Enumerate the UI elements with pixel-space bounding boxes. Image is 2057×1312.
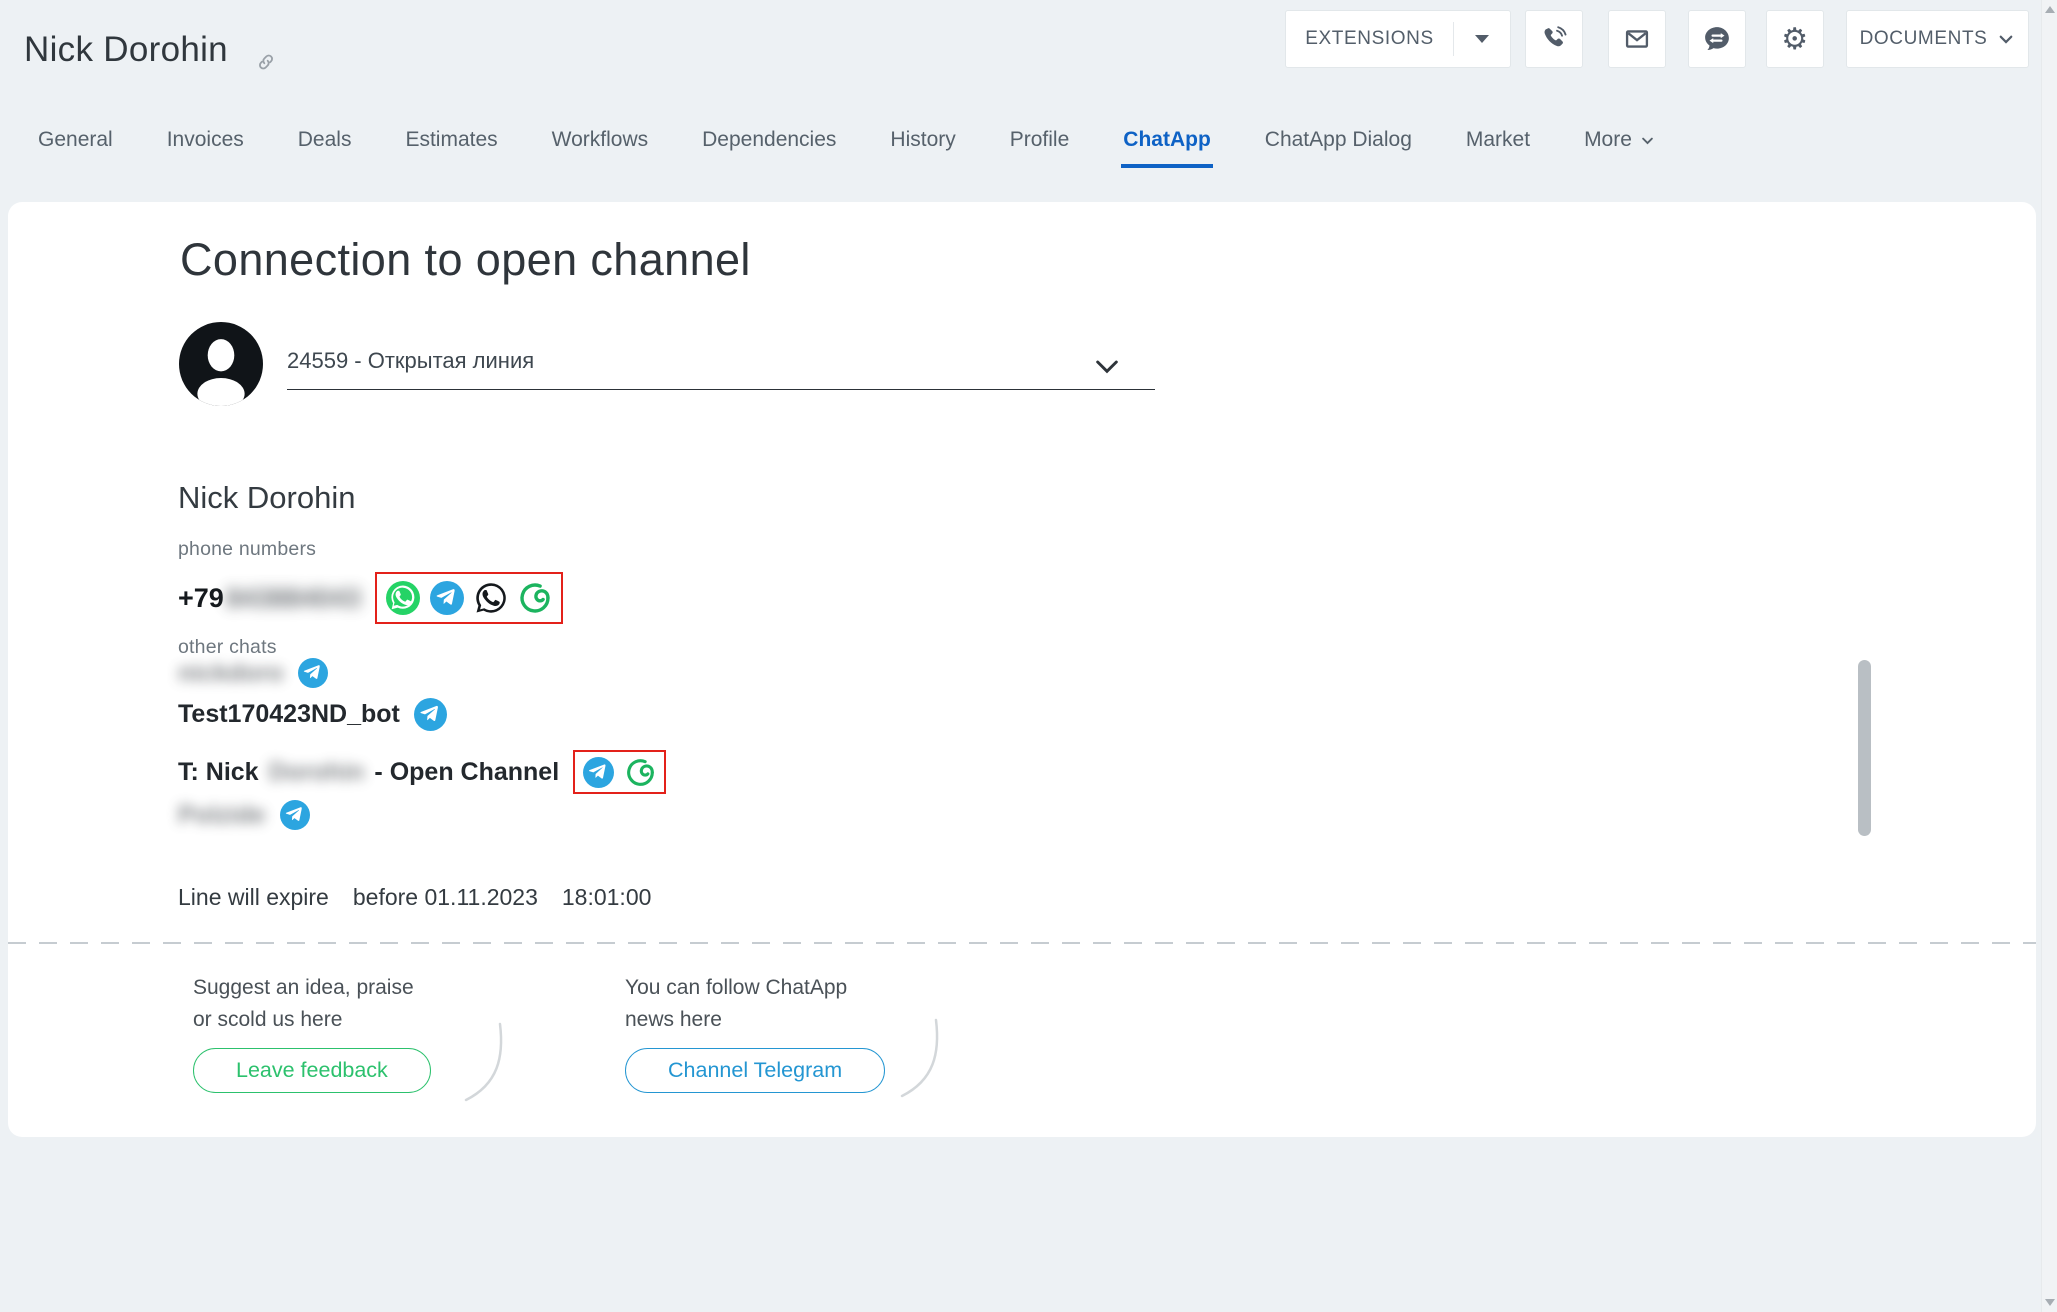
extensions-dropdown-arrow[interactable] bbox=[1454, 35, 1510, 43]
messenger-button[interactable] bbox=[1688, 10, 1746, 68]
expire-date: before 01.11.2023 bbox=[353, 884, 538, 911]
copy-link-icon[interactable] bbox=[256, 52, 276, 77]
inner-scrollbar-thumb[interactable] bbox=[1858, 660, 1871, 836]
tab-market[interactable]: Market bbox=[1466, 128, 1530, 168]
channel-telegram-button[interactable]: Channel Telegram bbox=[625, 1048, 885, 1093]
tab-more[interactable]: More bbox=[1584, 128, 1655, 168]
scroll-down-arrow[interactable] bbox=[2045, 1299, 2055, 1306]
tab-deals[interactable]: Deals bbox=[298, 128, 352, 168]
channel-telegram-label: Channel Telegram bbox=[668, 1058, 842, 1083]
page-scrollbar[interactable] bbox=[2041, 0, 2057, 1312]
phone-row: +79 843884043 bbox=[178, 570, 563, 626]
chat-name: Test170423ND_bot bbox=[178, 700, 400, 729]
whatsapp-outline-icon[interactable] bbox=[474, 581, 508, 615]
chat-name-masked: Polzide bbox=[178, 801, 266, 830]
tab-dependencies[interactable]: Dependencies bbox=[702, 128, 836, 168]
panel-heading: Connection to open channel bbox=[180, 234, 751, 286]
whatsapp-filled-icon[interactable] bbox=[386, 581, 420, 615]
contact-name: Nick Dorohin bbox=[178, 480, 355, 516]
call-button[interactable] bbox=[1525, 10, 1583, 68]
telegram-icon[interactable] bbox=[280, 800, 310, 830]
leave-feedback-label: Leave feedback bbox=[236, 1058, 388, 1083]
documents-button[interactable]: DOCUMENTS bbox=[1846, 10, 2029, 68]
tab-invoices[interactable]: Invoices bbox=[167, 128, 244, 168]
page-title: Nick Dorohin bbox=[24, 30, 228, 70]
tab-general[interactable]: General bbox=[38, 128, 113, 168]
mail-icon bbox=[1623, 25, 1651, 53]
line-expire-row: Line will expire before 01.11.2023 18:01… bbox=[178, 884, 651, 911]
open-line-selected-value: 24559 - Открытая линия bbox=[287, 342, 1155, 374]
open-line-select[interactable]: 24559 - Открытая линия bbox=[287, 342, 1155, 392]
tab-workflows[interactable]: Workflows bbox=[552, 128, 648, 168]
tab-bar: General Invoices Deals Estimates Workflo… bbox=[38, 128, 1655, 168]
chat-row-open-channel: T: Nick Dorohin - Open Channel bbox=[178, 750, 666, 794]
triangle-down-icon bbox=[1475, 35, 1489, 43]
telegram-icon[interactable] bbox=[430, 581, 464, 615]
email-button[interactable] bbox=[1608, 10, 1666, 68]
documents-label: DOCUMENTS bbox=[1860, 28, 1988, 50]
settings-button[interactable]: ⚙ bbox=[1766, 10, 1824, 68]
leave-feedback-button[interactable]: Leave feedback bbox=[193, 1048, 431, 1093]
expire-time: 18:01:00 bbox=[562, 884, 652, 911]
tab-profile[interactable]: Profile bbox=[1010, 128, 1070, 168]
phone-icon bbox=[1540, 25, 1568, 53]
phone-messengers-highlight-box bbox=[375, 572, 563, 624]
dashed-divider bbox=[8, 942, 2036, 944]
telegram-icon[interactable] bbox=[583, 757, 614, 788]
chevron-down-icon[interactable] bbox=[1091, 350, 1123, 387]
phones-label: phone numbers bbox=[178, 538, 316, 561]
chatapp-panel: Connection to open channel 24559 - Откры… bbox=[8, 202, 2036, 1137]
feedback-text: Suggest an idea, praise or scold us here bbox=[193, 972, 428, 1036]
chat-exchange-icon bbox=[1702, 24, 1732, 54]
gear-icon: ⚙ bbox=[1781, 22, 1809, 57]
news-text: You can follow ChatApp news here bbox=[625, 972, 885, 1036]
phone-prefix: +79 bbox=[178, 583, 224, 614]
tab-chatapp[interactable]: ChatApp bbox=[1123, 128, 1211, 168]
scroll-up-arrow[interactable] bbox=[2045, 6, 2055, 13]
telegram-icon[interactable] bbox=[298, 658, 328, 688]
chat-name-suffix: - Open Channel bbox=[374, 758, 559, 787]
select-underline bbox=[287, 389, 1155, 390]
extensions-button[interactable]: EXTENSIONS bbox=[1285, 10, 1511, 68]
chat-row: nickdoro bbox=[178, 658, 328, 688]
chat-name-masked: nickdoro bbox=[178, 659, 284, 688]
tab-estimates[interactable]: Estimates bbox=[405, 128, 497, 168]
channel-avatar bbox=[179, 322, 263, 406]
extensions-label: EXTENSIONS bbox=[1286, 28, 1453, 50]
chatapp-icon[interactable] bbox=[518, 581, 552, 615]
chat-messengers-highlight-box bbox=[573, 750, 666, 794]
crm-contact-page: Nick Dorohin EXTENSIONS bbox=[0, 0, 2057, 1312]
chat-name-masked: Dorohin bbox=[269, 758, 365, 787]
expire-label: Line will expire bbox=[178, 884, 329, 911]
decorative-curve bbox=[460, 1022, 520, 1117]
chevron-down-icon bbox=[1997, 30, 2015, 48]
telegram-icon[interactable] bbox=[414, 698, 447, 731]
chat-row: Polzide bbox=[178, 800, 310, 830]
decorative-curve bbox=[896, 1018, 956, 1113]
chat-name-prefix: T: Nick bbox=[178, 758, 259, 787]
other-chats-label: other chats bbox=[178, 636, 277, 659]
tab-chatapp-dialog[interactable]: ChatApp Dialog bbox=[1265, 128, 1412, 168]
tab-history[interactable]: History bbox=[890, 128, 955, 168]
chatapp-icon[interactable] bbox=[625, 757, 656, 788]
phone-masked-digits: 843884043 bbox=[226, 583, 361, 614]
chat-row: Test170423ND_bot bbox=[178, 698, 447, 731]
chevron-down-icon bbox=[1640, 133, 1655, 148]
